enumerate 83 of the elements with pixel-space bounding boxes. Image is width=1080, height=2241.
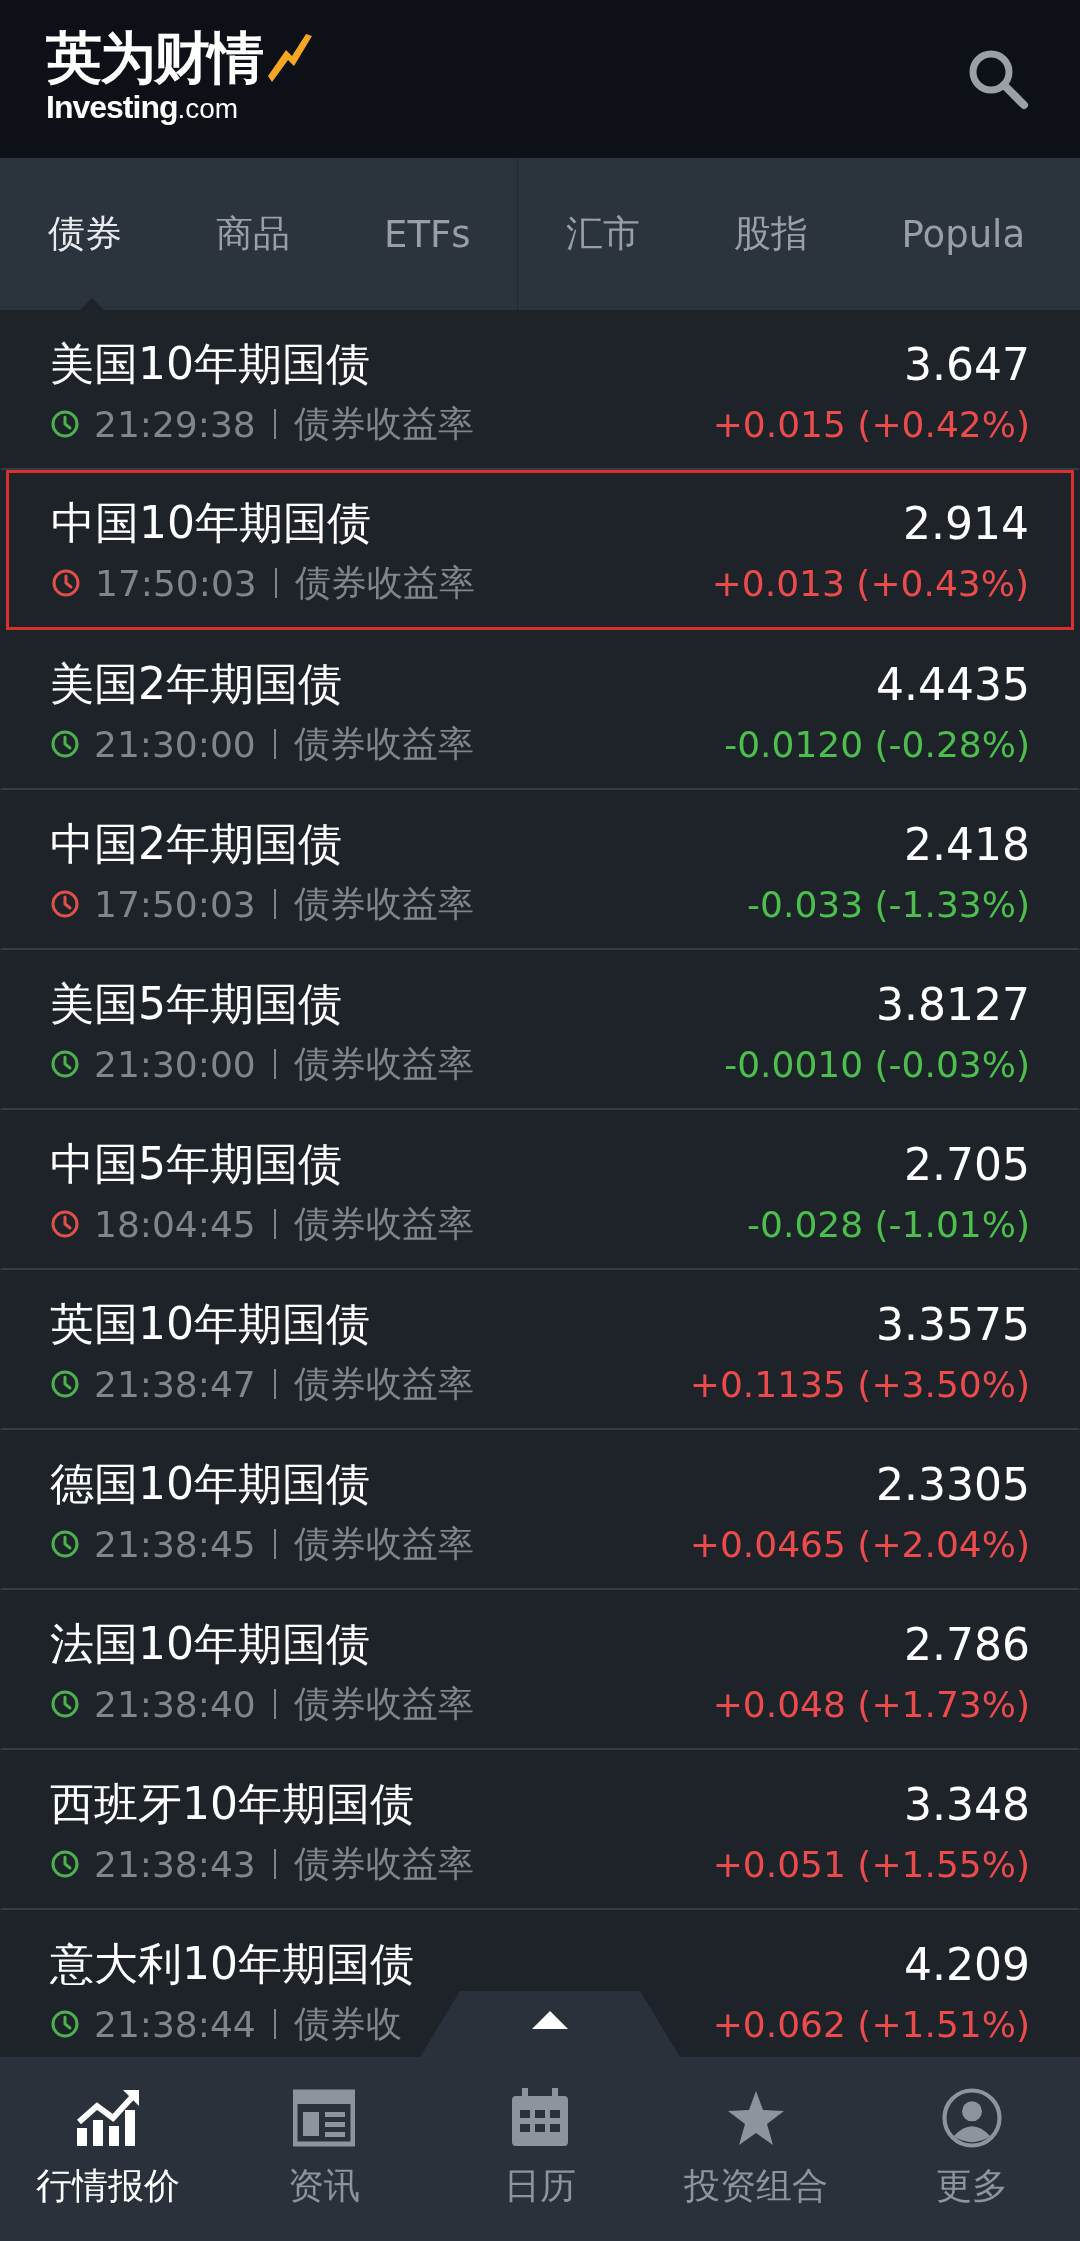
update-time: 21:29:38	[94, 403, 256, 445]
bond-price: 2.3305	[876, 1458, 1030, 1510]
update-time: 18:04:45	[94, 1203, 256, 1245]
instrument-type: 债券收益率	[293, 1201, 474, 1246]
update-time: 21:30:00	[94, 723, 256, 765]
price-change: +0.062 (+1.51%)	[712, 2003, 1030, 2045]
nav-item[interactable]: 资讯	[216, 2057, 432, 2241]
price-change: +0.051 (+1.55%)	[712, 1843, 1030, 1885]
instrument-type: 债券收益率	[293, 1841, 474, 1886]
bond-price: 2.786	[904, 1618, 1030, 1670]
update-time: 21:38:44	[94, 2003, 256, 2045]
bond-name: 中国5年期国债	[50, 1136, 342, 1191]
bond-name: 德国10年期国债	[50, 1456, 370, 1511]
bond-row[interactable]: 法国10年期国债 2.786 21:38:40 债券收益率 +0.048 (+1.73%)	[0, 1590, 1080, 1750]
bond-price: 2.418	[904, 818, 1030, 870]
bond-name: 法国10年期国债	[50, 1616, 370, 1671]
instrument-type: 债券收益率	[294, 560, 475, 605]
chart-icon	[75, 2087, 141, 2148]
nav-item[interactable]: 投资组合	[648, 2057, 864, 2241]
update-time: 21:38:45	[94, 1523, 256, 1565]
bond-price: 3.3575	[876, 1298, 1030, 1350]
logo-suffix: .com	[177, 93, 239, 124]
instrument-type: 债券收益率	[293, 721, 474, 766]
instrument-type: 债券收益率	[293, 1521, 474, 1566]
category-tab[interactable]: ETFs	[336, 158, 517, 310]
category-tab[interactable]: 股指	[685, 158, 854, 310]
bond-price: 2.914	[903, 497, 1029, 549]
bond-price: 3.647	[904, 338, 1030, 390]
update-time: 17:50:03	[94, 883, 256, 925]
newspaper-icon	[293, 2087, 355, 2148]
category-tab[interactable]: Popula	[853, 158, 1072, 310]
instrument-type: 债券收益率	[293, 1681, 474, 1726]
bond-row[interactable]: 美国10年期国债 3.647 21:29:38 债券收益率 +0.015 (+0.42%)	[0, 310, 1080, 470]
bond-name: 英国10年期国债	[50, 1296, 370, 1351]
bond-name: 意大利10年期国债	[50, 1936, 414, 1991]
update-time: 17:50:03	[95, 562, 257, 604]
instrument-type: 债券收益率	[293, 401, 474, 446]
category-tab[interactable]: 商品	[168, 158, 336, 310]
category-tab[interactable]: 汇市	[517, 158, 686, 310]
bond-price: 3.8127	[876, 978, 1030, 1030]
price-change: +0.048 (+1.73%)	[712, 1683, 1030, 1725]
price-change: +0.015 (+0.42%)	[712, 403, 1030, 445]
update-time: 21:38:43	[94, 1843, 256, 1885]
calendar-icon	[510, 2087, 570, 2148]
price-change: -0.0120 (-0.28%)	[724, 723, 1030, 765]
bond-row[interactable]: 英国10年期国债 3.3575 21:38:47 债券收益率 +0.1135 (+3.50%)	[0, 1270, 1080, 1430]
bond-row[interactable]: 中国10年期国债 2.914 17:50:03 债券收益率 +0.013 (+0.43%)	[6, 470, 1074, 630]
price-change: -0.033 (-1.33%)	[747, 883, 1030, 925]
bond-price: 4.209	[904, 1938, 1030, 1990]
instrument-type: 债券收益率	[293, 881, 474, 926]
bond-name: 中国2年期国债	[50, 816, 342, 871]
update-time: 21:38:47	[94, 1363, 256, 1405]
update-time: 21:30:00	[94, 1043, 256, 1085]
bolt-icon	[268, 32, 314, 84]
bond-price: 3.348	[904, 1778, 1030, 1830]
bond-price: 4.4435	[876, 658, 1030, 710]
category-tab[interactable]: 债券	[0, 158, 168, 310]
instrument-type: 债券收	[293, 2001, 402, 2046]
bond-price: 2.705	[904, 1138, 1030, 1190]
price-change: -0.028 (-1.01%)	[747, 1203, 1030, 1245]
bond-row[interactable]: 中国5年期国债 2.705 18:04:45 债券收益率 -0.028 (-1.01%)	[0, 1110, 1080, 1270]
instrument-type: 债券收益率	[293, 1361, 474, 1406]
nav-item[interactable]: 日历	[432, 2057, 648, 2241]
price-change: -0.0010 (-0.03%)	[724, 1043, 1030, 1085]
bond-name: 美国5年期国债	[50, 976, 342, 1031]
update-time: 21:38:40	[94, 1683, 256, 1725]
logo-brand: Investing	[46, 89, 178, 125]
price-change: +0.013 (+0.43%)	[711, 562, 1029, 604]
logo-title: 英为财情	[46, 27, 262, 89]
bond-row[interactable]: 美国2年期国债 4.4435 21:30:00 债券收益率 -0.0120 (-0.28%)	[0, 630, 1080, 790]
instrument-type: 债券收益率	[293, 1041, 474, 1086]
bond-name: 西班牙10年期国债	[50, 1776, 414, 1831]
bond-row[interactable]: 美国5年期国债 3.8127 21:30:00 债券收益率 -0.0010 (-0.03%)	[0, 950, 1080, 1110]
bond-row[interactable]: 西班牙10年期国债 3.348 21:38:43 债券收益率 +0.051 (+1.55%)	[0, 1750, 1080, 1910]
nav-item[interactable]: 行情报价	[0, 2057, 216, 2241]
price-change: +0.1135 (+3.50%)	[689, 1363, 1030, 1405]
bond-name: 中国10年期国债	[51, 495, 371, 550]
bond-row[interactable]: 德国10年期国债 2.3305 21:38:45 债券收益率 +0.0465 (+2.04%)	[0, 1430, 1080, 1590]
bond-name: 美国2年期国债	[50, 656, 342, 711]
bond-name: 美国10年期国债	[50, 336, 370, 391]
price-change: +0.0465 (+2.04%)	[689, 1523, 1030, 1565]
nav-item[interactable]: 更多	[864, 2057, 1080, 2241]
bond-row[interactable]: 中国2年期国债 2.418 17:50:03 债券收益率 -0.033 (-1.33%)	[0, 790, 1080, 950]
